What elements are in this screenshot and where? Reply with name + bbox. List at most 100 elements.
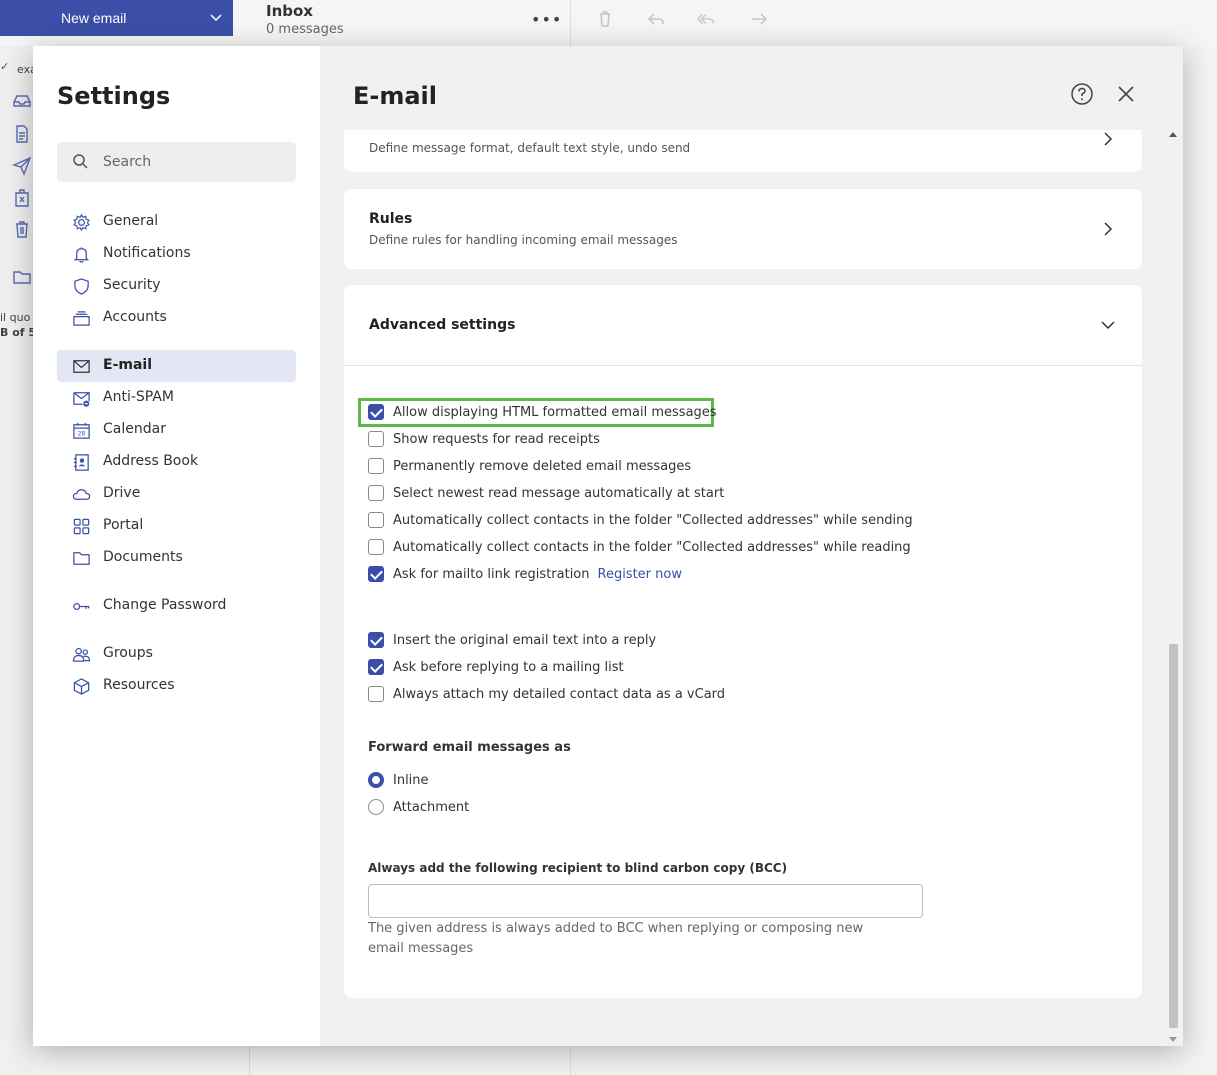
checkbox[interactable]: [368, 458, 384, 474]
nav-label: Notifications: [103, 245, 191, 261]
scrollbar-thumb[interactable]: [1169, 644, 1178, 1028]
nav-item-drive[interactable]: Drive: [57, 478, 296, 510]
inbox-icon[interactable]: [12, 91, 32, 111]
nav-label: Groups: [103, 645, 153, 661]
nav-label: Calendar: [103, 421, 166, 437]
option-ask-mailing-list[interactable]: Ask before replying to a mailing list: [368, 657, 624, 677]
sent-icon[interactable]: [12, 156, 32, 176]
nav-item-accounts[interactable]: Accounts: [57, 302, 296, 334]
more-options-icon[interactable]: •••: [531, 10, 562, 29]
divider: [570, 1046, 571, 1075]
spam-icon[interactable]: [12, 188, 32, 208]
grid-icon: [73, 518, 90, 535]
cube-icon: [73, 678, 90, 695]
nav-item-security[interactable]: Security: [57, 270, 296, 302]
close-icon[interactable]: [1116, 84, 1136, 104]
nav-label: Portal: [103, 517, 144, 533]
option-read-receipts[interactable]: Show requests for read receipts: [368, 429, 600, 449]
page-title: E-mail: [353, 82, 438, 110]
nav-item-resources[interactable]: Resources: [57, 670, 296, 702]
rules-card[interactable]: Rules Define rules for handling incoming…: [344, 189, 1142, 269]
help-icon[interactable]: [1070, 82, 1094, 106]
nav-item-general[interactable]: General: [57, 206, 296, 238]
nav-label: Drive: [103, 485, 141, 501]
scroll-down-arrow[interactable]: [1169, 1037, 1177, 1042]
option-insert-original[interactable]: Insert the original email text into a re…: [368, 630, 656, 650]
option-mailto-registration[interactable]: Ask for mailto link registration Registe…: [368, 564, 682, 584]
advanced-settings-title[interactable]: Advanced settings: [369, 317, 515, 333]
checkbox[interactable]: [368, 539, 384, 555]
nav-item-groups[interactable]: Groups: [57, 638, 296, 670]
nav-item-portal[interactable]: Portal: [57, 510, 296, 542]
advanced-settings-card: Advanced settings Allow displaying HTML …: [344, 285, 1142, 998]
checkbox[interactable]: [368, 566, 384, 582]
option-select-newest[interactable]: Select newest read message automatically…: [368, 483, 724, 503]
nav-item-address-book[interactable]: Address Book: [57, 446, 296, 478]
chevron-right-icon[interactable]: [1100, 131, 1116, 147]
radio-button[interactable]: [368, 772, 384, 788]
forward-section-label: Forward email messages as: [368, 740, 571, 755]
checkbox-label: Select newest read message automatically…: [393, 485, 725, 501]
chevron-down-icon[interactable]: [1100, 317, 1116, 333]
reply-all-icon[interactable]: [696, 10, 716, 28]
calendar-icon: 28: [73, 422, 90, 439]
divider: [570, 0, 571, 46]
bcc-input[interactable]: [368, 884, 923, 918]
mail-icon: [73, 360, 90, 373]
nav-item-documents[interactable]: Documents: [57, 542, 296, 574]
checkbox[interactable]: [368, 485, 384, 501]
forward-option-attachment[interactable]: Attachment: [368, 797, 469, 817]
key-icon: [73, 603, 90, 610]
settings-content: E-mail Define message format, default te…: [320, 46, 1183, 1046]
option-allow-html[interactable]: Allow displaying HTML formatted email me…: [368, 402, 717, 422]
folder-icon[interactable]: [12, 267, 32, 287]
checkbox[interactable]: [368, 632, 384, 648]
trash-icon[interactable]: [595, 10, 615, 28]
option-collect-reading[interactable]: Automatically collect contacts in the fo…: [368, 537, 911, 557]
radio-button[interactable]: [368, 799, 384, 815]
drafts-icon[interactable]: [12, 124, 32, 144]
reply-icon[interactable]: [646, 10, 666, 28]
nav-item-anti-spam[interactable]: Anti-SPAM: [57, 382, 296, 414]
divider: [344, 365, 1142, 366]
nav-item-notifications[interactable]: Notifications: [57, 238, 296, 270]
svg-text:28: 28: [78, 432, 86, 438]
new-email-button[interactable]: New email: [0, 0, 233, 36]
compose-settings-card[interactable]: Define message format, default text styl…: [344, 130, 1142, 172]
option-collect-sending[interactable]: Automatically collect contacts in the fo…: [368, 510, 913, 530]
checkbox-label: Show requests for read receipts: [393, 431, 600, 447]
register-now-link[interactable]: Register now: [598, 567, 682, 582]
option-permanently-remove[interactable]: Permanently remove deleted email message…: [368, 456, 691, 476]
cloud-icon: [72, 489, 91, 500]
checkbox[interactable]: [368, 512, 384, 528]
card-title: Rules: [369, 211, 413, 227]
chevron-right-icon[interactable]: [1100, 221, 1116, 237]
nav-label: E-mail: [103, 357, 153, 373]
forward-icon[interactable]: [749, 10, 769, 28]
scrollbar[interactable]: [1166, 130, 1180, 1046]
checkbox[interactable]: [368, 431, 384, 447]
nav-item-change-password[interactable]: Change Password: [57, 590, 296, 622]
folder-title: Inbox: [266, 2, 313, 20]
nav-label: General: [103, 213, 159, 229]
checkbox-label: Ask for mailto link registration: [393, 566, 590, 582]
scroll-up-arrow[interactable]: [1169, 132, 1177, 137]
checkbox[interactable]: [368, 686, 384, 702]
search-input[interactable]: [103, 142, 288, 182]
card-subtitle: Define rules for handling incoming email…: [369, 233, 678, 247]
trash-folder-icon[interactable]: [12, 219, 32, 239]
bcc-help-text: The given address is always added to BCC…: [368, 921, 864, 956]
checkbox[interactable]: [368, 404, 384, 420]
forward-option-inline[interactable]: Inline: [368, 770, 429, 790]
settings-scroll-area[interactable]: Define message format, default text styl…: [320, 130, 1183, 1046]
option-attach-vcard[interactable]: Always attach my detailed contact data a…: [368, 684, 725, 704]
nav-item-email[interactable]: E-mail: [57, 350, 296, 382]
chevron-down-icon[interactable]: [207, 9, 225, 27]
search-box[interactable]: [57, 142, 296, 182]
checkbox[interactable]: [368, 659, 384, 675]
chevron-icon: ✓: [0, 60, 10, 73]
nav-label: Anti-SPAM: [103, 389, 174, 405]
message-count: 0 messages: [266, 22, 344, 37]
nav-item-calendar[interactable]: 28 Calendar: [57, 414, 296, 446]
new-email-label: New email: [61, 10, 127, 26]
